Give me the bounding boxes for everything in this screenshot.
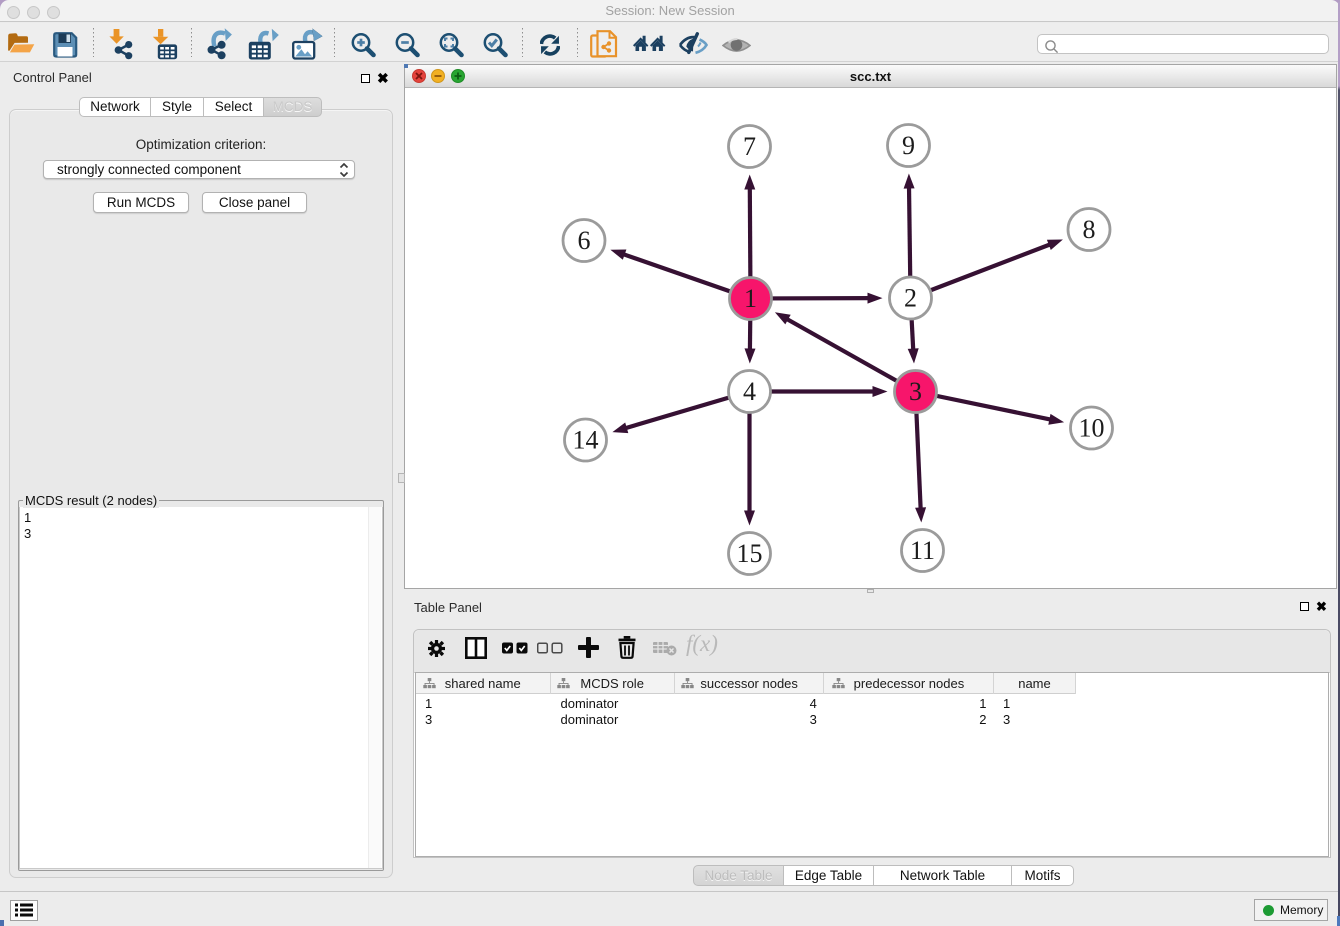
svg-text:2: 2	[904, 284, 917, 313]
svg-text:14: 14	[573, 426, 599, 455]
svg-text:6: 6	[578, 226, 591, 255]
svg-text:11: 11	[910, 536, 935, 565]
svg-text:8: 8	[1083, 215, 1096, 244]
svg-text:4: 4	[743, 377, 756, 406]
svg-text:1: 1	[744, 284, 757, 313]
svg-text:10: 10	[1079, 414, 1105, 443]
svg-text:15: 15	[737, 539, 763, 568]
svg-text:9: 9	[902, 131, 915, 160]
svg-text:3: 3	[909, 377, 922, 406]
svg-text:7: 7	[743, 132, 756, 161]
